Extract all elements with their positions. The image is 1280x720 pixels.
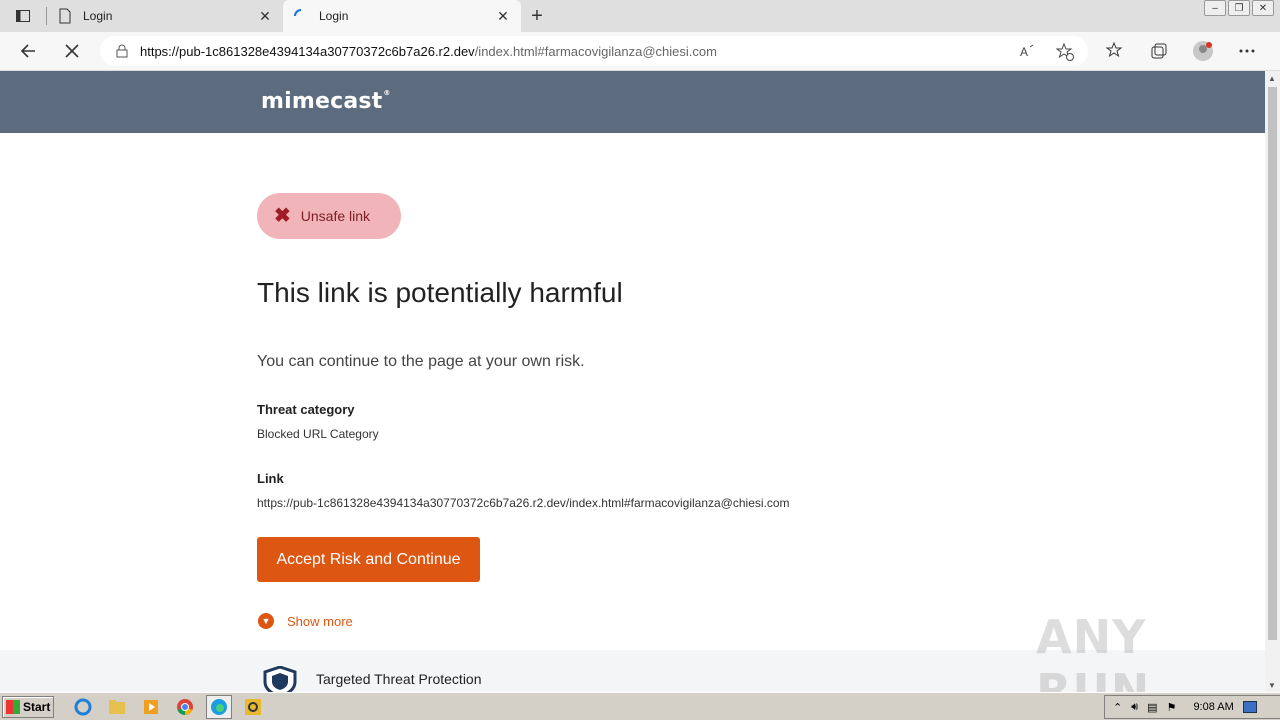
read-aloud-icon[interactable]: A (1020, 43, 1036, 59)
accept-risk-button[interactable]: Accept Risk and Continue (257, 537, 480, 582)
show-more-link[interactable]: ▼ Show more (258, 613, 353, 629)
url-host: https://pub-1c861328e4394134a30770372c6b… (140, 43, 475, 59)
back-button[interactable] (8, 35, 48, 67)
x-icon: ✖ (274, 205, 291, 227)
taskbar: Start ⌃ 🔊︎ ▤ ⚑ 9:08 AM (0, 692, 1280, 720)
profile-avatar-icon (1193, 41, 1213, 61)
windows-logo-icon (6, 699, 20, 714)
stop-icon (65, 44, 79, 58)
threat-category-value: Blocked URL Category (257, 427, 379, 441)
footer-text: Targeted Threat Protection (316, 671, 482, 687)
stop-button[interactable] (52, 35, 92, 67)
web-page: mimecast® ✖ Unsafe link This link is pot… (0, 71, 1265, 692)
favorites-button[interactable] (1100, 36, 1130, 66)
page-icon (57, 8, 73, 24)
more-menu-button[interactable] (1232, 36, 1262, 66)
url-field[interactable]: https://pub-1c861328e4394134a30770372c6b… (100, 36, 1088, 66)
scrollbar-thumb[interactable] (1268, 87, 1277, 640)
loading-spinner-icon (293, 8, 309, 24)
tab-bar: Login ✕ Login ✕ + – ❐ ✕ (0, 0, 1280, 32)
tab-login-2[interactable]: Login ✕ (283, 0, 521, 32)
media-player-icon[interactable] (138, 695, 164, 719)
badge-label: Unsafe link (300, 208, 371, 224)
scroll-up-icon[interactable]: ▲ (1268, 74, 1276, 83)
logo-text: mimecast (261, 89, 383, 114)
url-path: /index.html#farmacovigilanza@chiesi.com (474, 43, 717, 59)
threat-category-label: Threat category (257, 402, 355, 417)
window-controls: – ❐ ✕ (1204, 0, 1274, 16)
tab-actions-button[interactable] (0, 0, 46, 32)
restore-button[interactable]: ❐ (1228, 0, 1250, 16)
profile-button[interactable] (1188, 36, 1218, 66)
quick-launch (70, 694, 266, 719)
system-tray: ⌃ 🔊︎ ▤ ⚑ 9:08 AM (1104, 695, 1280, 719)
chevron-down-icon: ▼ (258, 613, 274, 629)
address-bar-row: https://pub-1c861328e4394134a30770372c6b… (0, 32, 1280, 71)
new-tab-button[interactable]: + (521, 0, 553, 32)
url-text: https://pub-1c861328e4394134a30770372c6b… (140, 44, 717, 59)
lock-icon (116, 44, 128, 58)
vertical-scrollbar[interactable]: ▲ ▼ (1265, 71, 1280, 692)
collections-button[interactable] (1144, 36, 1174, 66)
svg-text:A: A (1020, 45, 1028, 59)
tray-expand-icon[interactable]: ⌃ (1113, 701, 1122, 714)
clock[interactable]: 9:08 AM (1193, 701, 1233, 713)
close-window-button[interactable]: ✕ (1252, 0, 1274, 16)
collections-icon (1151, 43, 1167, 59)
scroll-down-icon[interactable]: ▼ (1268, 681, 1276, 690)
tab-label: Login (83, 9, 113, 23)
back-arrow-icon (20, 44, 35, 58)
unsafe-link-badge: ✖ Unsafe link (257, 193, 401, 239)
volume-icon[interactable]: 🔊︎ (1131, 701, 1138, 714)
action-center-flag-icon[interactable]: ⚑ (1167, 701, 1177, 714)
internet-explorer-icon[interactable] (70, 695, 96, 719)
start-label: Start (23, 699, 51, 714)
more-dots-icon (1239, 49, 1255, 53)
show-more-label: Show more (287, 613, 353, 629)
shield-icon (263, 666, 297, 692)
tab-close-icon[interactable]: ✕ (495, 8, 511, 24)
page-title: This link is potentially harmful (257, 277, 623, 308)
link-label: Link (257, 471, 284, 486)
chrome-icon[interactable] (172, 695, 198, 719)
outlook-icon[interactable] (240, 695, 266, 719)
anyrun-watermark: ANY RUN (1036, 610, 1151, 692)
link-value: https://pub-1c861328e4394134a30770372c6b… (257, 496, 790, 510)
minimize-button[interactable]: – (1204, 0, 1226, 16)
tab-label: Login (319, 9, 349, 23)
mimecast-header: mimecast® (0, 71, 1265, 133)
show-desktop-icon[interactable] (1242, 701, 1257, 713)
edge-icon[interactable] (206, 694, 232, 719)
favorites-icon (1106, 42, 1123, 58)
tab-login-1[interactable]: Login ✕ (47, 0, 283, 32)
tab-close-icon[interactable]: ✕ (257, 8, 273, 24)
network-icon[interactable]: ▤ (1147, 701, 1157, 714)
tab-actions-icon (16, 10, 30, 22)
add-favorite-icon[interactable] (1056, 43, 1074, 61)
start-button[interactable]: Start (2, 695, 54, 718)
risk-description: You can continue to the page at your own… (257, 353, 585, 370)
file-explorer-icon[interactable] (104, 695, 130, 719)
mimecast-logo: mimecast® (261, 89, 391, 114)
